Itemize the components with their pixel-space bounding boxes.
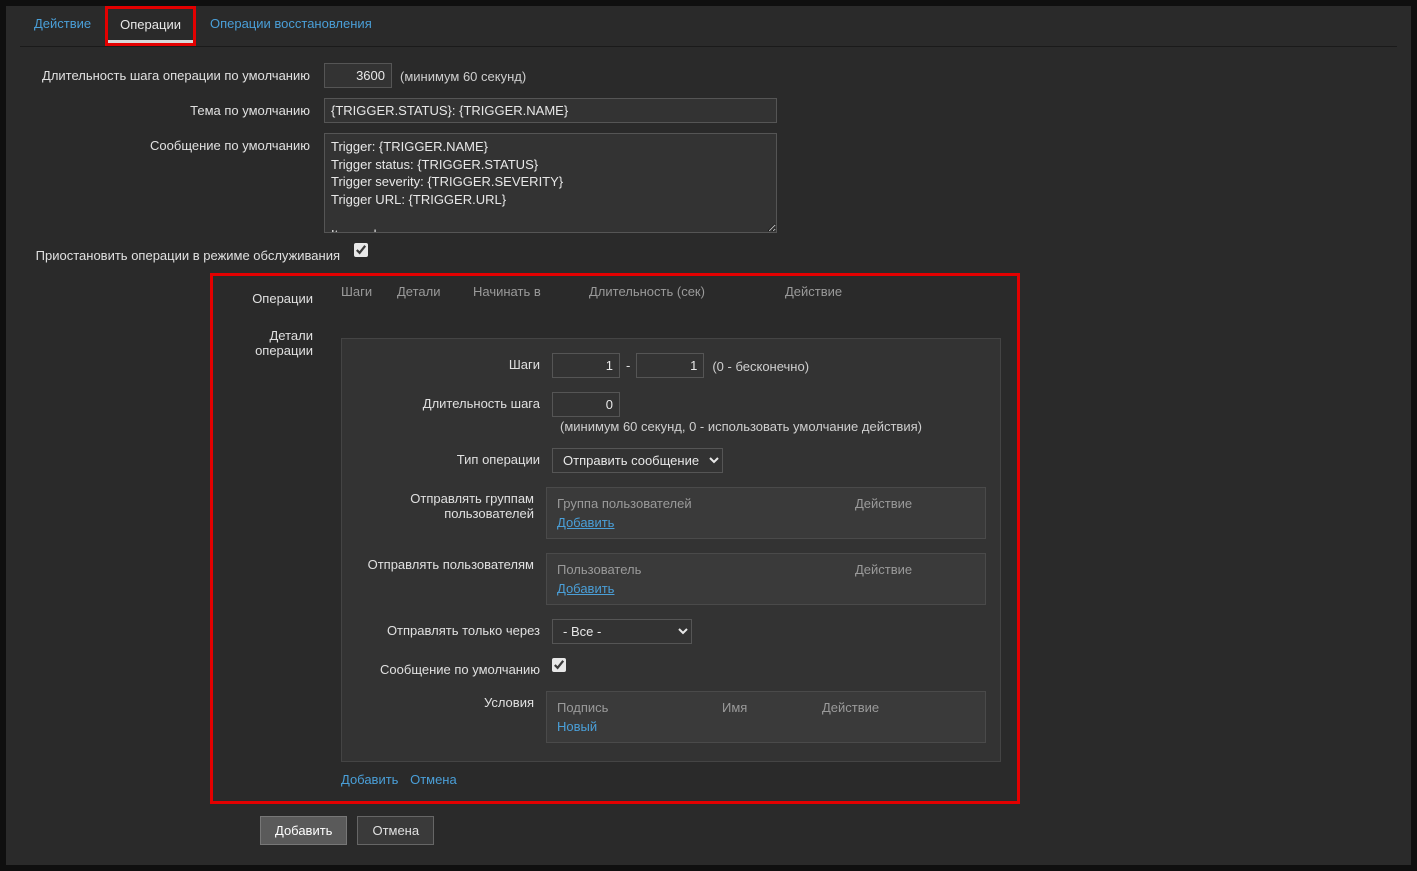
conditions-table: Подпись Имя Действие Новый (546, 691, 986, 743)
ops-col-action: Действие (785, 284, 870, 299)
link-new-condition[interactable]: Новый (557, 719, 597, 734)
tab-recovery[interactable]: Операции восстановления (196, 6, 386, 46)
form-buttons: Добавить Отмена (260, 816, 1397, 845)
label-steps: Шаги (356, 353, 552, 372)
link-add-group[interactable]: Добавить (557, 515, 614, 530)
label-step-duration: Длительность шага (356, 392, 552, 411)
add-button[interactable]: Добавить (260, 816, 347, 845)
input-default-step-duration[interactable] (324, 63, 392, 88)
tab-action[interactable]: Действие (20, 6, 105, 46)
ops-col-duration: Длительность (сек) (589, 284, 785, 299)
label-op-type: Тип операции (356, 448, 552, 467)
cond-col-label: Подпись (557, 700, 722, 715)
input-step-from[interactable] (552, 353, 620, 378)
input-default-subject[interactable] (324, 98, 777, 123)
main-panel: Действие Операции Операции восстановлени… (6, 6, 1411, 865)
hint-step-duration: (минимум 60 секунд) (400, 67, 526, 84)
tab-operations[interactable]: Операции (108, 9, 193, 43)
input-step-duration[interactable] (552, 392, 620, 417)
ops-col-details: Детали (397, 284, 473, 299)
label-operations: Операции (213, 286, 327, 306)
label-send-to-users: Отправлять пользователям (356, 553, 546, 572)
hint-steps: (0 - бесконечно) (712, 357, 809, 374)
label-pause-maintenance: Приостановить операции в режиме обслужив… (20, 243, 354, 263)
users-col-action: Действие (855, 562, 975, 577)
label-default-message-checkbox: Сообщение по умолчанию (356, 658, 552, 677)
link-cancel-operation[interactable]: Отмена (410, 772, 457, 787)
select-send-via[interactable]: - Все - (552, 619, 692, 644)
ops-col-steps: Шаги (341, 284, 397, 299)
tab-highlight-box: Операции (105, 6, 196, 46)
label-send-to-groups: Отправлять группам пользователей (356, 487, 546, 521)
label-conditions: Условия (356, 691, 546, 710)
steps-dash: - (626, 358, 630, 373)
operations-table-header: Шаги Детали Начинать в Длительность (сек… (341, 280, 1007, 309)
ops-col-start: Начинать в (473, 284, 589, 299)
label-default-message: Сообщение по умолчанию (20, 133, 324, 153)
tab-bar: Действие Операции Операции восстановлени… (20, 6, 1397, 47)
groups-col-name: Группа пользователей (557, 496, 855, 511)
operation-detail-panel: Шаги - (0 - бесконечно) Длительность шаг… (341, 338, 1001, 762)
label-operation-details: Детали операции (213, 323, 327, 358)
label-default-step-duration: Длительность шага операции по умолчанию (20, 63, 324, 83)
cancel-button[interactable]: Отмена (357, 816, 434, 845)
users-table: Пользователь Действие Добавить (546, 553, 986, 605)
detail-actions-row: Добавить Отмена (341, 772, 1007, 787)
cond-col-action: Действие (822, 700, 942, 715)
operations-highlight-box: Операции Шаги Детали Начинать в Длительн… (210, 273, 1020, 804)
cond-col-name: Имя (722, 700, 822, 715)
link-add-user[interactable]: Добавить (557, 581, 614, 596)
label-default-subject: Тема по умолчанию (20, 98, 324, 118)
hint-step-duration-detail: (минимум 60 секунд, 0 - использовать умо… (560, 417, 922, 434)
input-step-to[interactable] (636, 353, 704, 378)
textarea-default-message[interactable] (324, 133, 777, 233)
checkbox-default-message[interactable] (552, 658, 566, 672)
users-col-name: Пользователь (557, 562, 855, 577)
link-add-operation[interactable]: Добавить (341, 772, 398, 787)
checkbox-pause-maintenance[interactable] (354, 243, 368, 257)
groups-table: Группа пользователей Действие Добавить (546, 487, 986, 539)
label-send-via: Отправлять только через (356, 619, 552, 638)
select-op-type[interactable]: Отправить сообщение (552, 448, 723, 473)
groups-col-action: Действие (855, 496, 975, 511)
